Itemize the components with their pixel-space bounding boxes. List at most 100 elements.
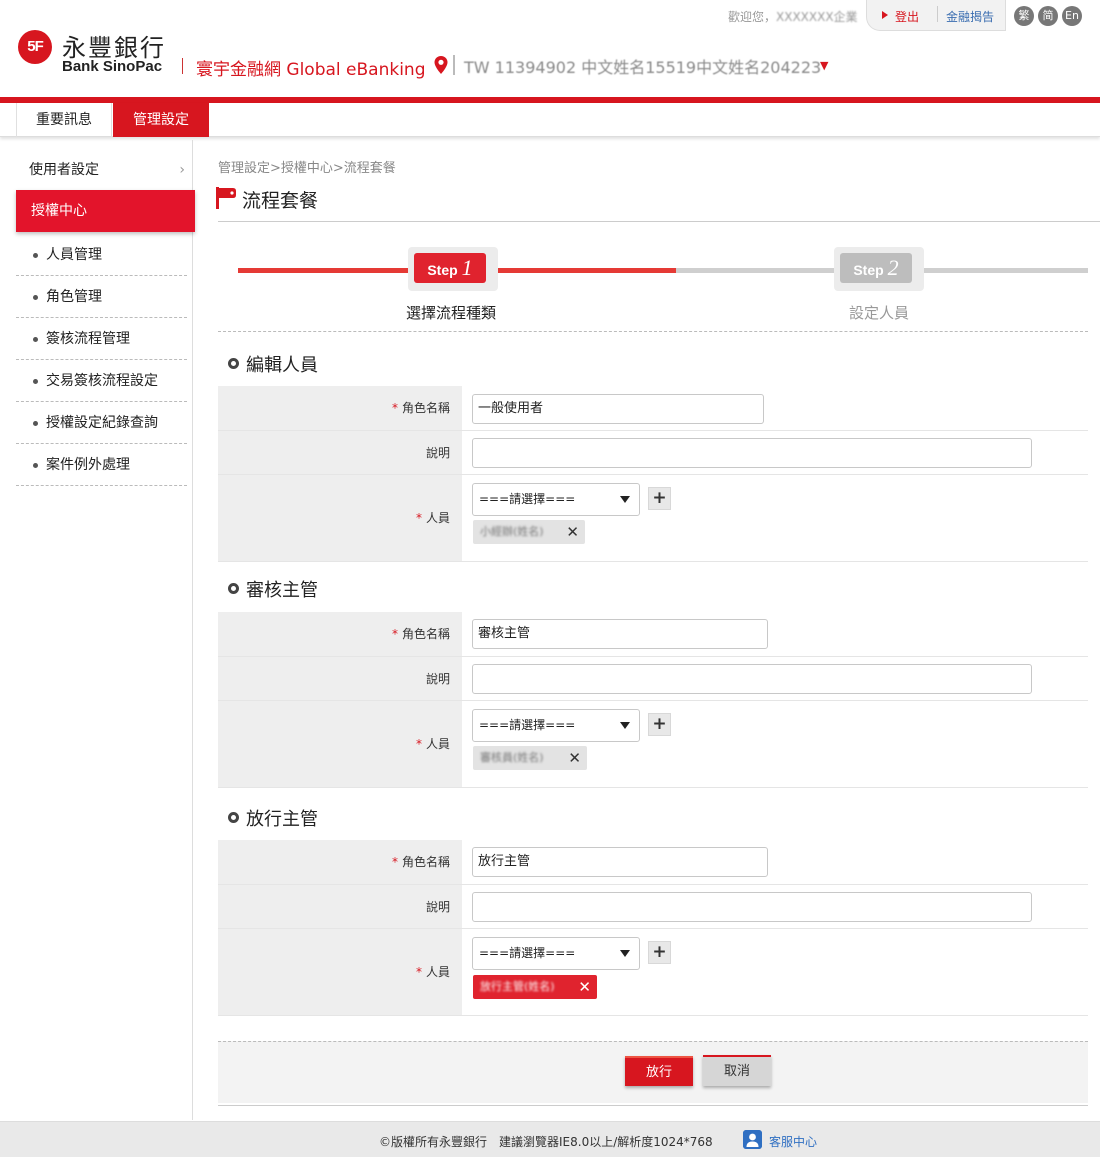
sidebar-item-transaction-flow-settings[interactable]: 交易簽核流程設定: [16, 360, 187, 402]
close-icon[interactable]: ✕: [578, 975, 591, 999]
step-1-badge: Step 1: [414, 253, 486, 283]
sidebar-item-role-management[interactable]: 角色管理: [16, 276, 187, 318]
section-title-editor: 編輯人員: [228, 351, 318, 377]
bullet-icon: [33, 379, 38, 384]
sidebar-item-label: 簽核流程管理: [46, 331, 130, 347]
field-label-role-name: * 角色名稱: [218, 386, 462, 430]
form-row-people: * 人員 ===請選擇=== + 放行主管(姓名) ✕: [218, 929, 1088, 1016]
sidebar-item-case-exception[interactable]: 案件例外處理: [16, 444, 187, 486]
form-row-role-name: * 角色名稱 放行主管: [218, 840, 1088, 885]
sidebar-item-label: 交易簽核流程設定: [46, 373, 158, 389]
welcome-user: XXXXXXX企業: [776, 10, 858, 24]
form-row-people: * 人員 ===請選擇=== + 審核員(姓名) ✕: [218, 701, 1088, 788]
account-selector[interactable]: TW 11394902 中文姓名15519中文姓名204223: [464, 54, 821, 78]
customer-service-icon[interactable]: [743, 1130, 762, 1149]
people-select[interactable]: ===請選擇===: [472, 483, 640, 516]
field-label-people: * 人員: [218, 701, 462, 787]
section-title-reviewer: 審核主管: [228, 576, 318, 602]
bullet-icon: [33, 253, 38, 258]
field-label-description: 說明: [218, 885, 462, 928]
role-name-input[interactable]: 一般使用者: [472, 394, 764, 424]
sidebar-item-user-settings[interactable]: 使用者設定 ›: [16, 156, 191, 184]
welcome-text: 歡迎您，XXXXXXX企業: [728, 8, 858, 25]
step-2-indicator: Step 2: [834, 247, 924, 291]
bullet-icon: [33, 463, 38, 468]
cancel-button[interactable]: 取消: [703, 1055, 771, 1086]
title-divider: [218, 221, 1100, 222]
bank-name-en: Bank SinoPac: [62, 58, 163, 75]
field-label-people: * 人員: [218, 475, 462, 561]
menu-tab-important-messages[interactable]: 重要訊息: [16, 103, 112, 137]
section-title-text: 審核主管: [246, 580, 318, 601]
step-2-number: 2: [887, 255, 899, 280]
dropdown-caret-icon: [620, 496, 630, 503]
select-value: ===請選擇===: [479, 718, 576, 732]
service-name: 寰宇金融網 Global eBanking: [196, 60, 426, 80]
add-person-button[interactable]: +: [648, 713, 671, 736]
lang-simplified-button[interactable]: 简: [1038, 6, 1058, 26]
section-bullet-icon: [228, 812, 239, 823]
field-label-description: 說明: [218, 657, 462, 700]
people-select[interactable]: ===請選擇===: [472, 709, 640, 742]
sidebar-item-personnel-management[interactable]: 人員管理: [16, 234, 187, 276]
step-2-badge: Step 2: [840, 253, 912, 283]
dropdown-caret-icon: [620, 722, 630, 729]
close-icon[interactable]: ✕: [566, 520, 579, 544]
release-button[interactable]: 放行: [625, 1056, 693, 1086]
bank-logo-icon[interactable]: 5F: [18, 30, 52, 64]
form-row-role-name: * 角色名稱 審核主管: [218, 612, 1088, 657]
page-title: 流程套餐: [242, 190, 319, 212]
field-label-people: * 人員: [218, 929, 462, 1015]
sidebar-item-label: 人員管理: [46, 247, 102, 263]
footer: ©版權所有永豐銀行 建議瀏覽器IE8.0以上/解析度1024*768 客服中心: [0, 1121, 1100, 1157]
location-pin-icon: [434, 56, 448, 74]
person-tag-name: 審核員(姓名): [480, 751, 544, 764]
sidebar-item-auth-center[interactable]: 授權中心: [16, 190, 195, 232]
bullet-icon: [33, 421, 38, 426]
step-1-label: 選擇流程種類: [405, 304, 496, 322]
person-tag: 審核員(姓名) ✕: [473, 746, 587, 770]
person-tag: 放行主管(姓名) ✕: [473, 975, 597, 999]
section-title-text: 放行主管: [246, 809, 318, 830]
lang-english-button[interactable]: En: [1062, 6, 1082, 26]
main-menu-bar: 重要訊息 管理設定: [0, 103, 1100, 137]
utility-divider: [937, 6, 938, 22]
people-select[interactable]: ===請選擇===: [472, 937, 640, 970]
flag-icon: [216, 187, 236, 209]
action-bar-divider: [218, 1105, 1088, 1106]
step-1-indicator: Step 1: [408, 247, 498, 291]
sidebar-item-auth-record-query[interactable]: 授權設定紀錄查詢: [16, 402, 187, 444]
field-label-role-name: * 角色名稱: [218, 840, 462, 884]
lang-traditional-button[interactable]: 繁: [1014, 6, 1034, 26]
logo-divider: [182, 58, 183, 74]
person-tag-name: 放行主管(姓名): [480, 980, 555, 993]
step-divider: [218, 331, 1088, 332]
select-value: ===請選擇===: [479, 492, 576, 506]
sidebar-item-approval-flow-management[interactable]: 簽核流程管理: [16, 318, 187, 360]
form-row-description: 說明: [218, 657, 1088, 701]
menu-tab-management-settings[interactable]: 管理設定: [113, 103, 209, 137]
sidebar-item-label: 角色管理: [46, 289, 102, 305]
field-label-description: 說明: [218, 431, 462, 474]
caret-down-icon[interactable]: ▼: [820, 59, 828, 72]
description-input[interactable]: [472, 892, 1032, 922]
role-name-input[interactable]: 審核主管: [472, 619, 768, 649]
logout-link[interactable]: 登出: [895, 8, 919, 25]
field-label-role-name: * 角色名稱: [218, 612, 462, 656]
form-row-role-name: * 角色名稱 一般使用者: [218, 386, 1088, 431]
select-value: ===請選擇===: [479, 946, 576, 960]
copyright-text: ©版權所有永豐銀行 建議瀏覽器IE8.0以上/解析度1024*768: [379, 1135, 713, 1149]
sidebar: 使用者設定 › 授權中心 人員管理 角色管理 簽核流程管理 交易簽核流程設定 授…: [0, 140, 195, 1120]
breadcrumb: 管理設定>授權中心>流程套餐: [218, 161, 396, 176]
customer-service-link[interactable]: 客服中心: [769, 1133, 817, 1150]
description-input[interactable]: [472, 664, 1032, 694]
chevron-right-icon: ›: [179, 162, 185, 178]
step-1-number: 1: [461, 255, 473, 280]
add-person-button[interactable]: +: [648, 487, 671, 510]
sidebar-item-label: 案件例外處理: [46, 457, 130, 473]
add-person-button[interactable]: +: [648, 941, 671, 964]
close-icon[interactable]: ✕: [568, 746, 581, 770]
role-name-input[interactable]: 放行主管: [472, 847, 768, 877]
announcement-link[interactable]: 金融揭告: [946, 8, 994, 25]
description-input[interactable]: [472, 438, 1032, 468]
